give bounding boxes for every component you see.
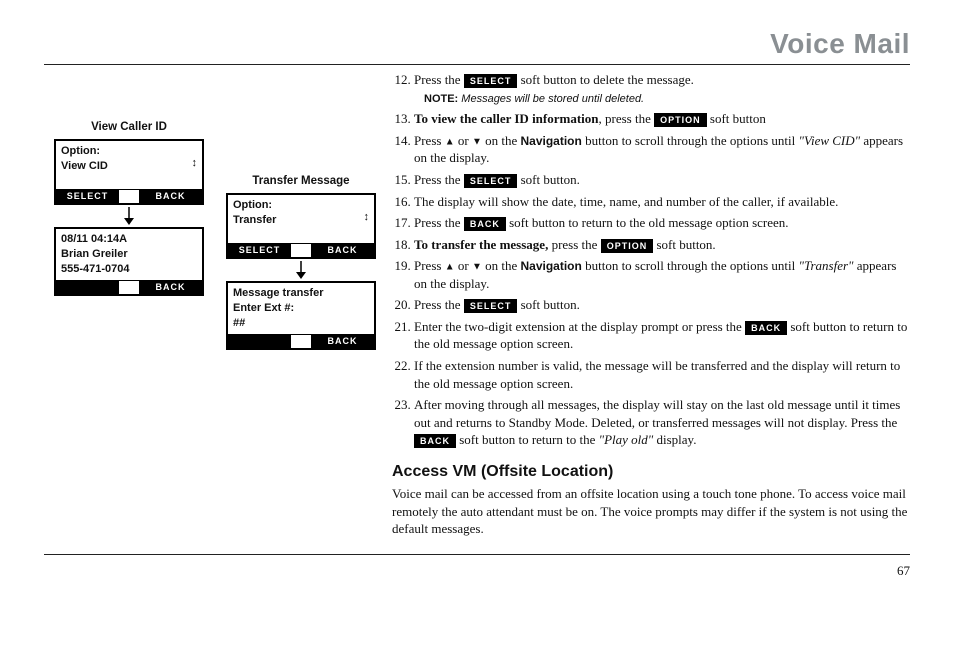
softkey-blank bbox=[119, 281, 139, 294]
flow-arrow-icon bbox=[54, 207, 204, 225]
down-arrow-icon: ▼ bbox=[472, 261, 482, 272]
softkey-back: BACK bbox=[311, 244, 374, 257]
softkey-blank bbox=[291, 335, 311, 348]
fig1-label: View Caller ID bbox=[54, 121, 204, 133]
step-18: To transfer the message, press the OPTIO… bbox=[414, 236, 910, 254]
instruction-list: Press the SELECT soft button to delete t… bbox=[392, 71, 910, 449]
softkey-blank bbox=[291, 244, 311, 257]
section-title: Voice Mail bbox=[44, 28, 910, 60]
select-button-icon: SELECT bbox=[464, 299, 518, 313]
step-15: Press the SELECT soft button. bbox=[414, 171, 910, 189]
flow-arrow-icon bbox=[226, 261, 376, 279]
select-button-icon: SELECT bbox=[464, 174, 518, 188]
screen-line: ## bbox=[233, 316, 369, 331]
step-21: Enter the two-digit extension at the dis… bbox=[414, 318, 910, 353]
fig1-screen2: 08/11 04:14A Brian Greiler 555-471-0704 … bbox=[54, 227, 204, 296]
fig2-label: Transfer Message bbox=[226, 175, 376, 187]
up-arrow-icon: ▲ bbox=[445, 136, 455, 147]
fig2-screen2: Message transfer Enter Ext #: ## BACK bbox=[226, 281, 376, 350]
access-vm-heading: Access VM (Offsite Location) bbox=[392, 461, 910, 483]
softkey-blank bbox=[56, 281, 119, 294]
back-button-icon: BACK bbox=[414, 434, 456, 448]
softkey-back: BACK bbox=[139, 190, 202, 203]
screen-line: Transfer↕ bbox=[233, 213, 369, 228]
bottom-rule bbox=[44, 554, 910, 555]
select-button-icon: SELECT bbox=[464, 74, 518, 88]
updown-icon: ↕ bbox=[192, 157, 198, 169]
softkey-back: BACK bbox=[139, 281, 202, 294]
page-number: 67 bbox=[44, 563, 910, 579]
back-button-icon: BACK bbox=[464, 217, 506, 231]
text-column: Press the SELECT soft button to delete t… bbox=[392, 71, 910, 544]
fig1-screen1: Option: View CID↕ SELECT BACK bbox=[54, 139, 204, 205]
step-19: Press ▲ or ▼ on the Navigation button to… bbox=[414, 257, 910, 292]
step-17: Press the BACK soft button to return to … bbox=[414, 214, 910, 232]
back-button-icon: BACK bbox=[745, 321, 787, 335]
step-20: Press the SELECT soft button. bbox=[414, 296, 910, 314]
step-22: If the extension number is valid, the me… bbox=[414, 357, 910, 392]
step-16: The display will show the date, time, na… bbox=[414, 193, 910, 211]
screen-line: Message transfer bbox=[233, 286, 369, 301]
screen-line: 555-471-0704 bbox=[61, 262, 197, 277]
step-13: To view the caller ID information, press… bbox=[414, 110, 910, 128]
screen-line: Brian Greiler bbox=[61, 247, 197, 262]
option-button-icon: OPTION bbox=[601, 239, 654, 253]
screen-line: 08/11 04:14A bbox=[61, 232, 197, 247]
note: NOTE: Messages will be stored until dele… bbox=[424, 92, 910, 107]
step-12: Press the SELECT soft button to delete t… bbox=[414, 71, 910, 106]
down-arrow-icon: ▼ bbox=[472, 136, 482, 147]
figure-column: View Caller ID Option: View CID↕ SELECT … bbox=[44, 71, 374, 544]
softkey-back: BACK bbox=[311, 335, 374, 348]
screen-line: View CID↕ bbox=[61, 159, 197, 174]
screen-line: Option: bbox=[233, 198, 369, 213]
updown-icon: ↕ bbox=[364, 211, 370, 223]
step-23: After moving through all messages, the d… bbox=[414, 396, 910, 449]
access-vm-paragraph: Voice mail can be accessed from an offsi… bbox=[392, 485, 910, 538]
screen-line: Enter Ext #: bbox=[233, 301, 369, 316]
softkey-blank bbox=[119, 190, 139, 203]
softkey-select: SELECT bbox=[228, 244, 291, 257]
top-rule bbox=[44, 64, 910, 65]
step-14: Press ▲ or ▼ on the Navigation button to… bbox=[414, 132, 910, 167]
fig2-screen1: Option: Transfer↕ SELECT BACK bbox=[226, 193, 376, 259]
up-arrow-icon: ▲ bbox=[445, 261, 455, 272]
softkey-select: SELECT bbox=[56, 190, 119, 203]
softkey-blank bbox=[228, 335, 291, 348]
screen-line: Option: bbox=[61, 144, 197, 159]
option-button-icon: OPTION bbox=[654, 113, 707, 127]
